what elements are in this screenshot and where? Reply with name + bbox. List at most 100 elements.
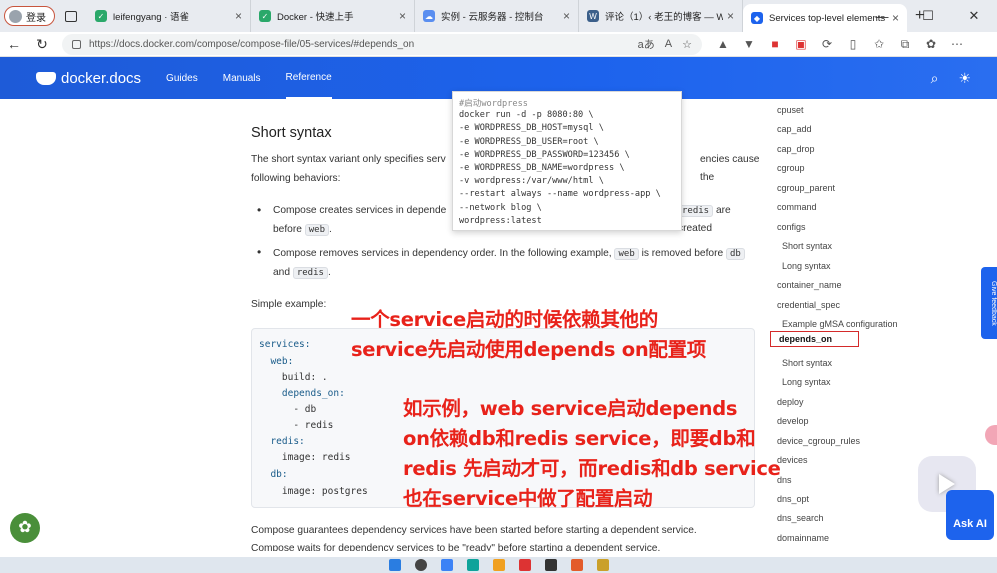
give-feedback-button[interactable]: Give feedback xyxy=(981,267,997,339)
toc-item[interactable]: depends_on xyxy=(770,331,860,347)
tab-favicon-icon: ✓ xyxy=(259,10,271,22)
window-controls: — ☐ ✕ xyxy=(859,0,997,32)
docker-whale-icon xyxy=(36,71,56,85)
tab-close-icon[interactable]: × xyxy=(399,9,406,23)
taskbar-app-icon[interactable] xyxy=(570,559,583,571)
search-icon[interactable]: ⌕ xyxy=(931,70,939,87)
extension-icon[interactable]: ▣ xyxy=(788,37,814,51)
docker-docs-logo[interactable]: docker.docs xyxy=(36,70,141,87)
bullet-2-line-2: and redis. xyxy=(273,267,331,279)
browser-tab-bar: 登录 ✓ leifengyang · 语雀 × ✓ Docker - 快速上手 × ☁ 实例 … xyxy=(0,0,997,32)
taskbar-app-icon[interactable] xyxy=(492,559,505,571)
bullet-1-line-2: before web. xyxy=(273,224,332,236)
annotation-line: service先启动使用depends on配置项 xyxy=(351,338,707,361)
minimize-button[interactable]: — xyxy=(859,9,905,24)
browser-tab[interactable]: ☁ 实例 - 云服务器 - 控制台 × xyxy=(415,0,579,32)
toc-item[interactable]: cgroup xyxy=(777,163,805,173)
tab-close-icon[interactable]: × xyxy=(727,9,734,23)
profile-button[interactable]: 登录 xyxy=(4,6,55,26)
tab-close-icon[interactable]: × xyxy=(563,9,570,23)
toc-item[interactable]: Example gMSA configuration xyxy=(782,319,898,329)
toc-item[interactable]: configs xyxy=(777,222,806,232)
browser-tab[interactable]: ✓ leifengyang · 语雀 × xyxy=(87,0,251,32)
tab-title: leifengyang · 语雀 xyxy=(113,12,190,23)
browser-tab[interactable]: W 评论（1）‹ 老王的博客 — Word × xyxy=(579,0,743,32)
logo-text: docker.docs xyxy=(61,69,142,87)
side-widget-tab[interactable] xyxy=(985,425,997,445)
font-icon[interactable]: A xyxy=(665,38,672,50)
toc-item[interactable]: command xyxy=(777,202,817,212)
extension-icon[interactable]: ▼ xyxy=(736,37,762,51)
taskbar-app-icon[interactable] xyxy=(596,559,609,571)
code-line: db: xyxy=(259,469,288,480)
more-menu-icon[interactable]: ⋯ xyxy=(944,37,970,51)
search-icon[interactable] xyxy=(414,559,427,571)
tab-close-icon[interactable]: × xyxy=(235,9,242,23)
split-screen-icon[interactable]: ▯ xyxy=(840,37,866,51)
favorite-star-icon[interactable]: ☆ xyxy=(682,38,692,51)
theme-toggle-icon[interactable]: ☀ xyxy=(958,70,971,87)
extension-icon[interactable]: ■ xyxy=(762,37,788,51)
toc-item[interactable]: cgroup_parent xyxy=(777,183,835,193)
toc-item[interactable]: container_name xyxy=(777,280,842,290)
toc-item[interactable]: devices xyxy=(777,455,808,465)
code-line: web: xyxy=(259,356,294,367)
toc-item[interactable]: deploy xyxy=(777,397,804,407)
ask-ai-button[interactable]: Ask AI xyxy=(946,490,994,540)
taskbar-app-icon[interactable] xyxy=(544,559,557,571)
extensions-bar: ▲ ▼ ■ ▣ ⟳ ▯ ✩ ⧉ ✿ ⋯ xyxy=(710,37,970,52)
collections-icon[interactable]: ⧉ xyxy=(892,37,918,52)
url-bar[interactable]: https://docs.docker.com/compose/compose-… xyxy=(62,33,702,55)
tab-actions-icon[interactable] xyxy=(65,10,77,22)
annotation-line: redis 先启动才可，而redis和db service xyxy=(403,457,781,480)
toc-item[interactable]: cap_add xyxy=(777,124,812,134)
simple-example-label: Simple example: xyxy=(251,299,327,310)
command-line: -e WORDPRESS_DB_USER=root \ xyxy=(459,136,599,147)
footer-line-2: Compose waits for dependency services to… xyxy=(251,543,661,551)
command-note-popup: #启动wordpress docker run -d -p 8080:80 \ -e… xyxy=(452,91,682,231)
tab-favicon-icon: ✓ xyxy=(95,10,107,22)
maximize-button[interactable]: ☐ xyxy=(905,8,951,24)
browser-tab[interactable]: ✓ Docker - 快速上手 × xyxy=(251,0,415,32)
extensions-icon[interactable]: ✿ xyxy=(918,37,944,51)
toc-item[interactable]: dns_opt xyxy=(777,494,809,504)
profile-label: 登录 xyxy=(26,12,46,24)
start-icon[interactable] xyxy=(388,559,401,571)
windows-taskbar xyxy=(0,557,997,573)
taskbar-app-icon[interactable] xyxy=(518,559,531,571)
bullet-2-line-1: Compose removes services in dependency o… xyxy=(273,245,745,263)
toc-item[interactable]: domainname xyxy=(777,533,829,543)
toc-item[interactable]: Long syntax xyxy=(782,261,831,271)
annotation-line: 也在service中做了配置启动 xyxy=(403,487,653,510)
settings-widget-icon[interactable]: ✿ xyxy=(10,513,40,543)
command-line: --restart always --name wordpress-app \ xyxy=(459,189,661,200)
toc-item[interactable]: dns_search xyxy=(777,513,824,523)
annotation-line: 一个service启动的时候依赖其他的 xyxy=(351,308,658,331)
back-button[interactable]: ← xyxy=(0,36,28,52)
extension-icon[interactable]: ▲ xyxy=(710,37,736,51)
toc-item[interactable]: Short syntax xyxy=(782,358,832,368)
code-line: build: . xyxy=(259,372,328,383)
command-line: -e WORDPRESS_DB_NAME=wordpress \ xyxy=(459,163,625,173)
tab-title: 评论（1）‹ 老王的博客 — Word xyxy=(605,12,723,23)
close-window-button[interactable]: ✕ xyxy=(951,8,997,24)
nav-link-manuals[interactable]: Manuals xyxy=(223,57,261,99)
toc-item[interactable]: device_cgroup_rules xyxy=(777,436,860,446)
toc-item[interactable]: credential_spec xyxy=(777,300,840,310)
read-aloud-icon[interactable]: aあ xyxy=(638,36,655,52)
favorites-icon[interactable]: ✩ xyxy=(866,37,892,51)
extension-icon[interactable]: ⟳ xyxy=(814,37,840,51)
taskbar-app-icon[interactable] xyxy=(466,559,479,571)
nav-link-reference[interactable]: Reference xyxy=(285,57,332,99)
toc-item[interactable]: develop xyxy=(777,416,809,426)
taskbar-app-icon[interactable] xyxy=(440,559,453,571)
intro-line-1-end: encies cause the xyxy=(700,154,760,183)
command-line: wordpress:latest xyxy=(459,215,542,226)
toc-item[interactable]: Short syntax xyxy=(782,241,832,251)
reload-button[interactable]: ↻ xyxy=(28,36,56,53)
toc-item[interactable]: Long syntax xyxy=(782,377,831,387)
nav-link-guides[interactable]: Guides xyxy=(166,57,198,99)
header-actions: ⌕ ☀ xyxy=(931,57,971,99)
toc-item[interactable]: cap_drop xyxy=(777,144,815,154)
toc-item[interactable]: cpuset xyxy=(777,105,804,115)
